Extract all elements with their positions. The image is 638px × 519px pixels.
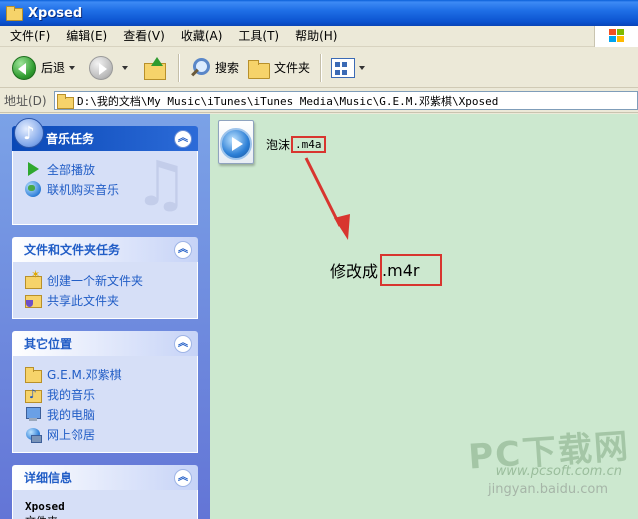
windows-media-file-icon	[214, 120, 258, 166]
music-tasks-panel: ♪ 音乐任务 ︽ ♫ 全部播放 联机购买音乐	[12, 118, 198, 225]
place-network[interactable]: 网上邻居	[25, 424, 189, 444]
folders-button-label: 文件夹	[274, 61, 311, 75]
network-icon	[25, 426, 42, 443]
task-label: 全部播放	[47, 162, 96, 177]
toolbar-separator	[320, 53, 322, 82]
place-label: 我的音乐	[47, 387, 96, 402]
task-label: 共享此文件夹	[47, 293, 120, 308]
search-icon	[189, 57, 211, 79]
views-dropdown-icon[interactable]	[359, 65, 366, 70]
folder-window-icon	[6, 6, 23, 21]
details-header[interactable]: 详细信息 ︽	[12, 465, 198, 490]
place-label: 我的电脑	[47, 407, 96, 422]
details-title: 详细信息	[24, 471, 73, 485]
file-name-stem: 泡沫	[266, 138, 291, 152]
forward-arrow-icon	[89, 55, 114, 80]
other-places-title: 其它位置	[24, 337, 73, 351]
toolbar-separator	[178, 53, 180, 82]
task-label: 联机购买音乐	[47, 182, 120, 197]
file-list-area[interactable]: 泡沫 .m4a 修改成 .m4r	[210, 114, 638, 519]
menu-file[interactable]: 文件(F)	[2, 26, 58, 47]
music-tasks-title: 音乐任务	[46, 132, 95, 146]
back-button-label: 后退	[41, 61, 66, 75]
address-bar: 地址(D) D:\我的文档\My Music\iTunes\iTunes Med…	[0, 89, 638, 113]
annotation-text: 修改成	[330, 262, 379, 281]
details-item-name: Xposed	[25, 500, 65, 513]
music-tasks-header[interactable]: ♪ 音乐任务 ︽	[12, 118, 198, 151]
collapse-chevron-icon[interactable]: ︽	[174, 468, 192, 487]
window-title: Xposed	[28, 5, 83, 21]
file-extension-highlight: .m4a	[291, 136, 326, 153]
up-folder-button[interactable]	[138, 51, 172, 85]
collapse-chevron-icon[interactable]: ︽	[174, 240, 192, 259]
task-label: 创建一个新文件夹	[47, 273, 144, 288]
address-folder-icon	[57, 94, 74, 109]
windows-flag-icon	[609, 29, 625, 43]
up-folder-icon	[142, 55, 168, 81]
forward-dropdown-icon[interactable]	[122, 65, 129, 70]
menu-bar: 文件(F) 编辑(E) 查看(V) 收藏(A) 工具(T) 帮助(H)	[0, 26, 638, 47]
collapse-chevron-icon[interactable]: ︽	[174, 129, 192, 148]
back-dropdown-icon[interactable]	[69, 65, 76, 70]
toolbar: 后退 搜索 文件夹	[0, 48, 638, 88]
details-panel: 详细信息 ︽ Xposed 文件夹	[12, 465, 198, 519]
address-input[interactable]: D:\我的文档\My Music\iTunes\iTunes Media\Mus…	[54, 91, 638, 110]
views-icon	[331, 57, 356, 78]
collapse-chevron-icon[interactable]: ︽	[174, 334, 192, 353]
my-computer-icon	[25, 406, 41, 422]
forward-button[interactable]	[85, 51, 138, 85]
file-tasks-panel: 文件和文件夹任务 ︽ 创建一个新文件夹 共享此文件夹	[12, 237, 198, 319]
my-music-icon	[25, 386, 42, 403]
menu-edit[interactable]: 编辑(E)	[58, 26, 115, 47]
task-buy-music-online[interactable]: 联机购买音乐	[25, 179, 189, 199]
address-path: D:\我的文档\My Music\iTunes\iTunes Media\Mus…	[77, 94, 499, 108]
windows-logo	[594, 26, 638, 47]
task-pane: ♪ 音乐任务 ︽ ♫ 全部播放 联机购买音乐 文件和文件夹任务 ︽ 创建一个新文…	[0, 114, 210, 519]
file-tasks-body: 创建一个新文件夹 共享此文件夹	[12, 262, 198, 319]
music-note-icon: ♪	[14, 118, 44, 148]
file-item[interactable]: 泡沫 .m4a	[214, 118, 334, 174]
other-places-body: G.E.M.邓紫棋 我的音乐 我的电脑 网上邻居	[12, 356, 198, 453]
views-button[interactable]	[327, 51, 375, 85]
file-name[interactable]: 泡沫 .m4a	[266, 136, 326, 153]
music-tasks-body: ♫ 全部播放 联机购买音乐	[12, 151, 198, 225]
back-button[interactable]: 后退	[8, 51, 85, 85]
menu-help[interactable]: 帮助(H)	[287, 26, 345, 47]
place-my-computer[interactable]: 我的电脑	[25, 404, 189, 424]
new-folder-icon	[25, 268, 42, 289]
other-places-panel: 其它位置 ︽ G.E.M.邓紫棋 我的音乐 我的电脑 网上邻居	[12, 331, 198, 453]
globe-icon	[25, 181, 41, 197]
task-play-all[interactable]: 全部播放	[25, 159, 189, 179]
back-arrow-icon	[12, 55, 36, 80]
menu-tools[interactable]: 工具(T)	[230, 26, 287, 47]
search-button-label: 搜索	[215, 61, 240, 75]
place-parent-folder[interactable]: G.E.M.邓紫棋	[25, 364, 189, 384]
details-item-type: 文件夹	[25, 513, 185, 519]
title-bar[interactable]: Xposed	[0, 0, 638, 26]
place-label: G.E.M.邓紫棋	[47, 367, 122, 382]
play-icon	[25, 161, 41, 177]
address-label: 地址(D)	[4, 94, 47, 108]
annotation-callout: 修改成 .m4r	[330, 254, 443, 286]
other-places-header[interactable]: 其它位置 ︽	[12, 331, 198, 356]
file-tasks-header[interactable]: 文件和文件夹任务 ︽	[12, 237, 198, 262]
file-tasks-title: 文件和文件夹任务	[24, 243, 121, 257]
place-label: 网上邻居	[47, 427, 96, 442]
search-button[interactable]: 搜索	[185, 51, 243, 85]
task-share-folder[interactable]: 共享此文件夹	[25, 290, 189, 310]
share-folder-icon	[25, 292, 42, 308]
menu-view[interactable]: 查看(V)	[115, 26, 173, 47]
folder-icon	[25, 366, 42, 383]
folders-button[interactable]: 文件夹	[243, 51, 314, 85]
task-new-folder[interactable]: 创建一个新文件夹	[25, 268, 189, 290]
details-body: Xposed 文件夹	[12, 490, 198, 519]
menu-favorites[interactable]: 收藏(A)	[173, 26, 231, 47]
annotation-arrow	[304, 157, 350, 240]
place-my-music[interactable]: 我的音乐	[25, 384, 189, 404]
folders-icon	[247, 58, 271, 79]
annotation-arrow-head	[334, 214, 350, 240]
annotation-extension-box: .m4r	[380, 254, 443, 286]
